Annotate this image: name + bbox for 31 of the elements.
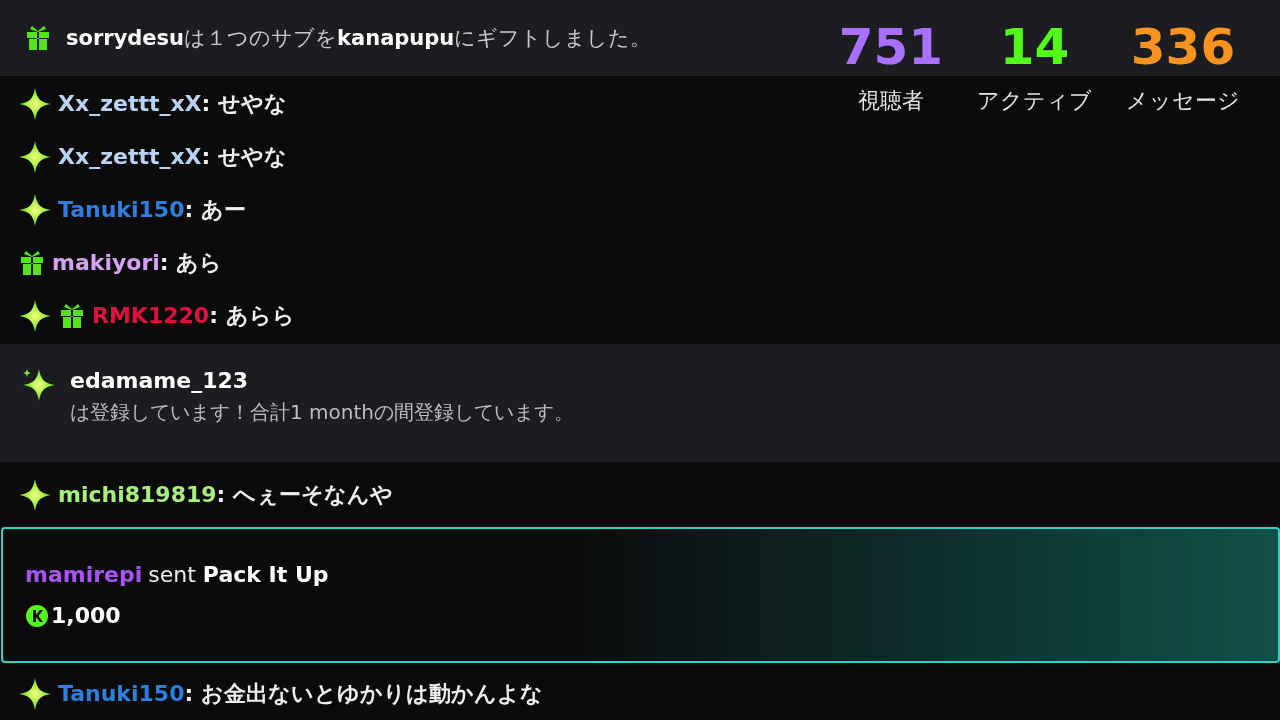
message-text: : あらら bbox=[209, 301, 295, 330]
username[interactable]: RMK1220 bbox=[92, 303, 210, 328]
coin-amount: 1,000 bbox=[51, 603, 121, 628]
gift-icon bbox=[18, 248, 46, 277]
gift-notice: sorrydesuは１つのサブをkanapupuにギフトしました。 bbox=[66, 25, 652, 52]
username[interactable]: edamame_123 bbox=[70, 368, 574, 393]
message-text: : せやな bbox=[201, 142, 288, 171]
stat-label: アクティブ bbox=[977, 87, 1092, 115]
coin-icon bbox=[25, 603, 49, 628]
username[interactable]: mamirepi bbox=[25, 562, 143, 587]
username[interactable]: michi819819 bbox=[58, 482, 217, 507]
message-text: : へぇーそなんや bbox=[216, 480, 394, 509]
gift-icon bbox=[24, 24, 52, 52]
sparkle-icon bbox=[22, 368, 56, 402]
username[interactable]: Xx_zettt_xX bbox=[58, 144, 202, 169]
username[interactable]: makiyori bbox=[52, 250, 160, 275]
stat-label: メッセージ bbox=[1126, 87, 1240, 115]
gift-text: sent Pack It Up bbox=[148, 562, 329, 587]
username[interactable]: Xx_zettt_xX bbox=[58, 91, 202, 116]
stat-value: 336 bbox=[1130, 22, 1236, 72]
username[interactable]: Tanuki150 bbox=[58, 681, 185, 706]
resub-text: は登録しています！合計1 monthの間登録しています。 bbox=[70, 399, 574, 426]
stat-value: 751 bbox=[838, 22, 943, 72]
stat-label: 視聴者 bbox=[857, 87, 924, 115]
message-text: : あー bbox=[184, 195, 246, 224]
stat-value: 14 bbox=[999, 22, 1070, 72]
message-text: : お金出ないとゆかりは動かんよな bbox=[184, 679, 543, 708]
gift-icon bbox=[58, 301, 86, 330]
username[interactable]: Tanuki150 bbox=[58, 197, 185, 222]
message-text: : あら bbox=[159, 248, 223, 277]
message-text: : せやな bbox=[201, 89, 288, 118]
